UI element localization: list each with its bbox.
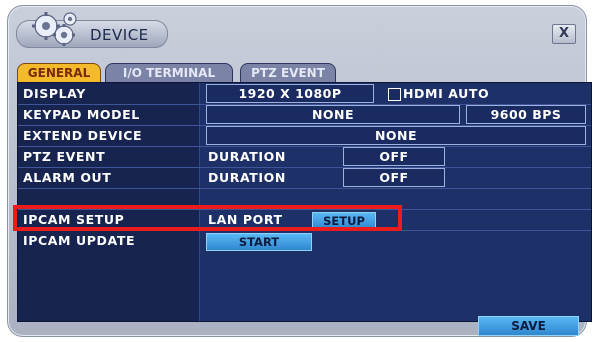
keypad-baud-select[interactable]: 9600 BPS <box>466 105 586 124</box>
title-bar: DEVICE X <box>8 6 586 54</box>
gears-icon <box>32 12 77 46</box>
keypad-model-value[interactable]: NONE <box>312 107 354 122</box>
hdmi-auto-checkbox[interactable] <box>388 88 401 101</box>
window-title: DEVICE <box>90 26 149 44</box>
display-resolution-select[interactable]: 1920 X 1080P <box>206 84 374 103</box>
ipcam-update-start-label[interactable]: START <box>239 235 279 249</box>
alarm-out-label: ALARM OUT <box>23 170 112 185</box>
extend-device-label: EXTEND DEVICE <box>23 128 143 143</box>
ipcam-update-start-button[interactable]: START <box>206 233 312 251</box>
tab-io-terminal-label[interactable]: I/O TERMINAL <box>123 66 215 80</box>
ptz-duration-select[interactable]: OFF <box>343 147 445 166</box>
keypad-model-label: KEYPAD MODEL <box>23 107 140 122</box>
row-separator <box>18 188 591 189</box>
close-icon[interactable]: X <box>559 26 569 41</box>
ptz-duration-value[interactable]: OFF <box>379 149 408 164</box>
ptz-event-label: PTZ EVENT <box>23 149 106 164</box>
extend-device-select[interactable]: NONE <box>206 126 586 145</box>
alarm-duration-label: DURATION <box>208 170 286 185</box>
keypad-model-select[interactable]: NONE <box>206 105 460 124</box>
ptz-duration-label: DURATION <box>208 149 286 164</box>
keypad-baud-value[interactable]: 9600 BPS <box>491 107 562 122</box>
highlight-box <box>13 205 402 231</box>
save-button[interactable]: SAVE <box>478 316 579 336</box>
display-resolution-value[interactable]: 1920 X 1080P <box>238 86 341 101</box>
alarm-duration-select[interactable]: OFF <box>343 168 445 187</box>
save-button-label[interactable]: SAVE <box>511 319 546 333</box>
alarm-duration-value[interactable]: OFF <box>379 170 408 185</box>
tab-general-label[interactable]: GENERAL <box>28 66 90 80</box>
ipcam-update-label: IPCAM UPDATE <box>23 233 136 248</box>
tab-io-terminal[interactable]: I/O TERMINAL <box>105 63 233 83</box>
hdmi-auto-label: HDMI AUTO <box>403 86 490 101</box>
close-button[interactable]: X <box>552 24 576 44</box>
extend-device-value[interactable]: NONE <box>375 128 417 143</box>
tab-ptz-event-label[interactable]: PTZ EVENT <box>251 66 325 80</box>
display-label: DISPLAY <box>23 86 86 101</box>
settings-panel: DISPLAY 1920 X 1080P HDMI AUTO KEYPAD MO… <box>17 82 592 322</box>
tab-general[interactable]: GENERAL <box>17 63 101 83</box>
tab-ptz-event[interactable]: PTZ EVENT <box>240 63 336 83</box>
